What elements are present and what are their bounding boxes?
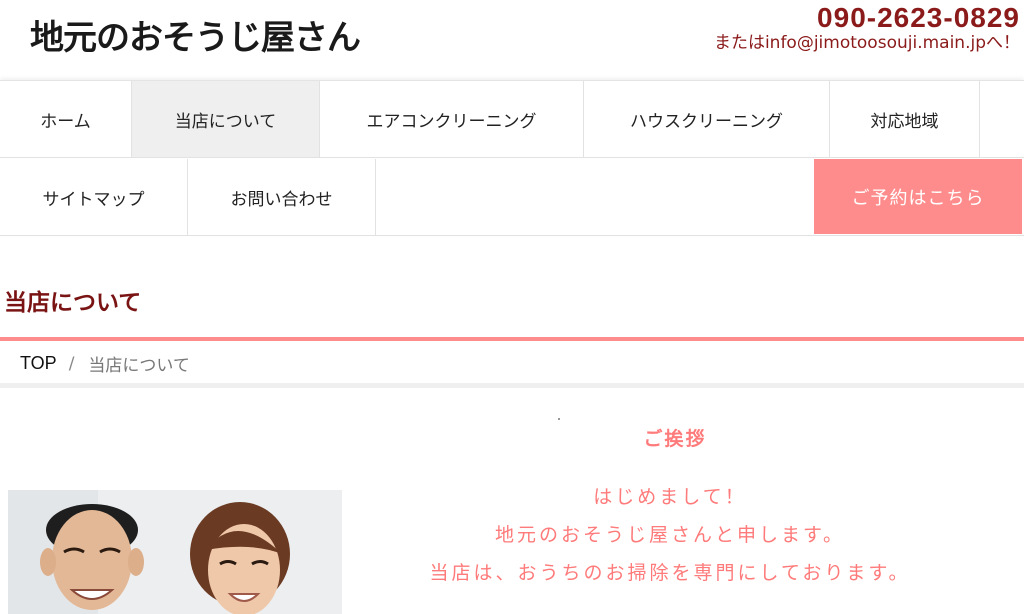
staff-photo-illustration xyxy=(8,490,342,614)
phone-number[interactable]: 090-2623-0829 xyxy=(714,2,1020,34)
breadcrumb: TOP / 当店について xyxy=(20,351,190,376)
nav-item-contact[interactable]: お問い合わせ xyxy=(188,159,376,236)
nav-item-aircon-cleaning[interactable]: エアコンクリーニング xyxy=(320,81,584,158)
decorative-dot xyxy=(558,418,560,420)
breadcrumb-separator: / xyxy=(68,353,75,374)
nav-item-sitemap[interactable]: サイトマップ xyxy=(0,159,188,236)
greeting-text: はじめまして！ 地元のおそうじ屋さんと申します。 当店は、おうちのお掃除を専門に… xyxy=(340,478,1000,592)
breadcrumb-divider xyxy=(0,383,1024,388)
greeting-line: はじめまして！ xyxy=(593,486,747,508)
greeting-line: 当店は、おうちのお掃除を専門にしております。 xyxy=(429,562,911,584)
title-divider xyxy=(0,337,1024,341)
global-nav: ホーム 当店について エアコンクリーニング ハウスクリーニング 対応地域 サイト… xyxy=(0,80,1024,236)
contact-info: 090-2623-0829 またはinfo@jimotoosouji.main.… xyxy=(714,2,1020,54)
greeting-line: 地元のおそうじ屋さんと申します。 xyxy=(494,524,846,546)
email-line[interactable]: またはinfo@jimotoosouji.main.jpへ！ xyxy=(714,32,1020,54)
reserve-button[interactable]: ご予約はこちら xyxy=(814,159,1022,234)
greeting-heading: ご挨拶 xyxy=(643,428,707,450)
site-header: 地元のおそうじ屋さん 090-2623-0829 またはinfo@jimotoo… xyxy=(0,0,1024,80)
breadcrumb-current: 当店について xyxy=(88,356,190,376)
page-title: 当店について xyxy=(4,290,142,316)
nav-item-service-area[interactable]: 対応地域 xyxy=(830,81,980,158)
nav-item-about[interactable]: 当店について xyxy=(132,81,320,158)
site-logo[interactable]: 地元のおそうじ屋さん xyxy=(30,10,361,59)
nav-spacer xyxy=(980,81,1024,158)
nav-item-house-cleaning[interactable]: ハウスクリーニング xyxy=(584,81,830,158)
nav-row-1: ホーム 当店について エアコンクリーニング ハウスクリーニング 対応地域 xyxy=(0,81,1024,158)
nav-row-2: サイトマップ お問い合わせ ご予約はこちら xyxy=(0,159,1024,236)
nav-item-home[interactable]: ホーム xyxy=(0,81,132,158)
breadcrumb-top-link[interactable]: TOP xyxy=(20,353,57,374)
staff-photo xyxy=(8,490,342,614)
